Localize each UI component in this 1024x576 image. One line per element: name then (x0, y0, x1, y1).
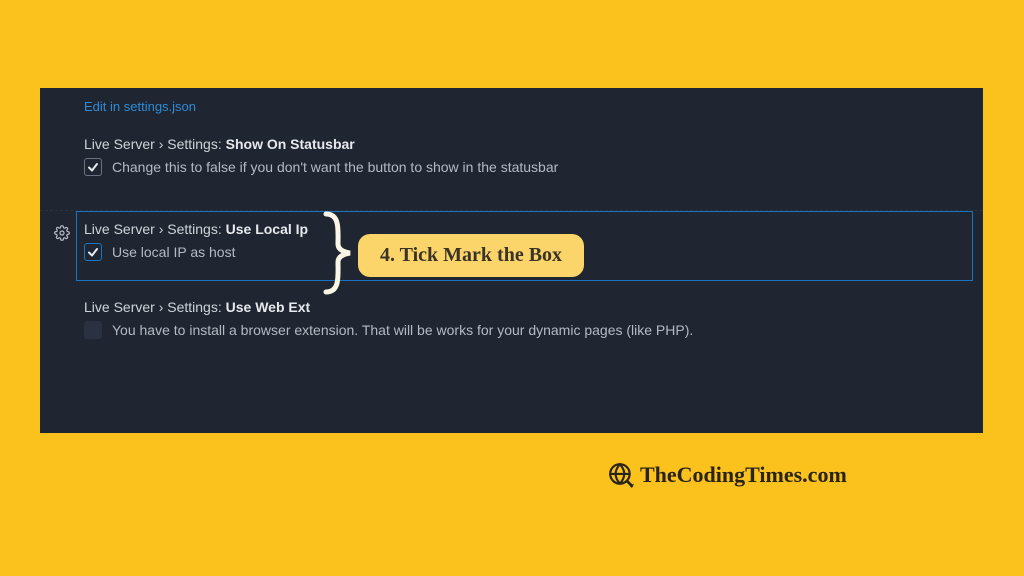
setting-use-web-ext: Live Server › Settings: Use Web Ext You … (84, 299, 983, 351)
settings-panel: Edit in settings.json Live Server › Sett… (40, 88, 983, 433)
setting-show-on-statusbar: Live Server › Settings: Show On Statusba… (84, 136, 983, 188)
setting-title: Live Server › Settings: Use Web Ext (84, 299, 983, 315)
setting-use-local-ip: Live Server › Settings: Use Local Ip Use… (40, 210, 983, 277)
setting-title: Live Server › Settings: Use Local Ip (84, 221, 983, 237)
watermark-text: TheCodingTimes.com (640, 462, 847, 488)
setting-name: Use Web Ext (226, 299, 311, 315)
edit-settings-json-link[interactable]: Edit in settings.json (84, 99, 196, 114)
watermark: TheCodingTimes.com (608, 462, 847, 488)
checkbox-use-local-ip[interactable] (84, 243, 102, 261)
setting-description: Use local IP as host (112, 244, 235, 260)
setting-name: Show On Statusbar (226, 136, 355, 152)
setting-prefix: Live Server › Settings: (84, 221, 226, 237)
globe-icon (608, 462, 634, 488)
setting-description: You have to install a browser extension.… (112, 322, 693, 338)
checkbox-use-web-ext[interactable] (84, 321, 102, 339)
setting-prefix: Live Server › Settings: (84, 136, 226, 152)
checkbox-show-on-statusbar[interactable] (84, 158, 102, 176)
setting-name: Use Local Ip (226, 221, 308, 237)
gear-icon[interactable] (54, 225, 70, 244)
setting-prefix: Live Server › Settings: (84, 299, 226, 315)
setting-title: Live Server › Settings: Show On Statusba… (84, 136, 983, 152)
setting-description: Change this to false if you don't want t… (112, 159, 558, 175)
